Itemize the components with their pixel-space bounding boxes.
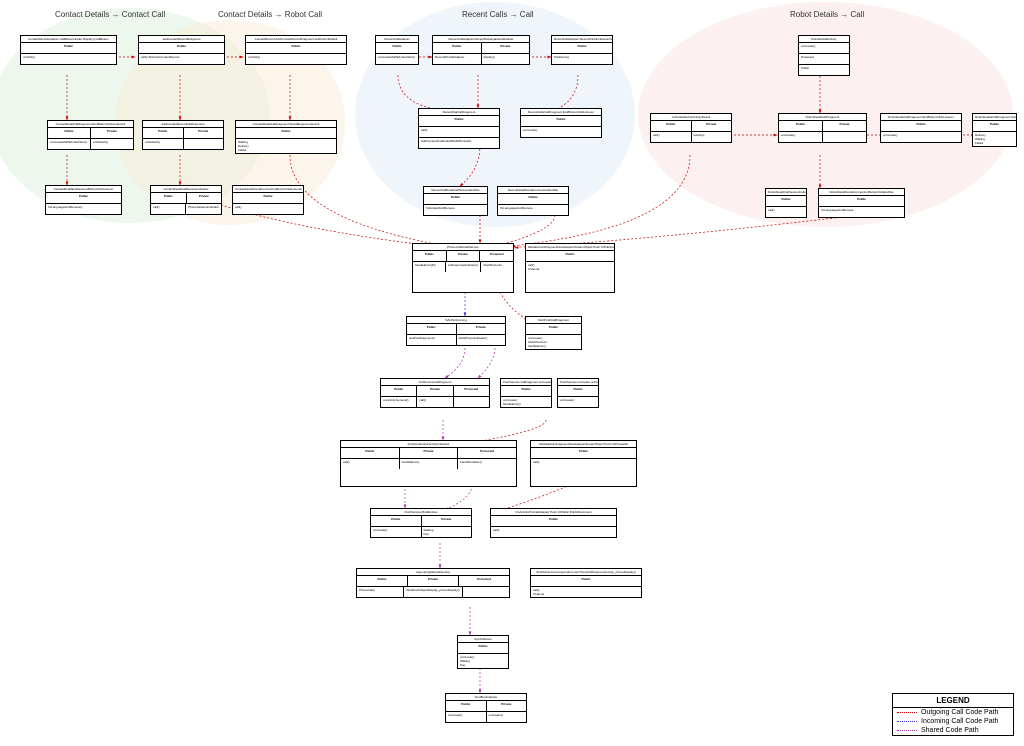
- title: RecentDetailSocialConnectionEndSte: [498, 187, 568, 194]
- box-b19: RobotDetailCallFragment PublicPrivate on…: [778, 113, 867, 143]
- box-b10: RecentCallAdapter Public onCreateMultiWi…: [375, 35, 419, 65]
- section-label-2: Contact Details → Robot Call: [218, 10, 322, 19]
- title: onDetailsRobotActivityResult: [651, 114, 731, 121]
- box-b39: PostBusIndicator PublicPrivate onCreate(…: [445, 693, 527, 723]
- box-b30: PushService:callFragment:onCreate Public…: [500, 378, 552, 408]
- title: RecentCallAdapter:RecentDisplayableCallH…: [433, 36, 529, 43]
- title: addContactRecordFragment: [139, 36, 224, 43]
- section-label-3: Recent Calls → Call: [462, 10, 534, 19]
- legend-incoming: Incoming Call Code Path: [893, 717, 1013, 726]
- box-b24: RobotDetailSocialConnectionButtonClickEn…: [818, 188, 905, 218]
- title: MediaAdminFragmentNowAdapterStreamObject…: [531, 441, 636, 448]
- box-b16: RecentDetailSocialConnectionEndSte Publi…: [497, 186, 569, 216]
- box-b25: PhoneAndDetailService PublicPrivateProte…: [412, 243, 514, 293]
- box-b7: ContactDetailEndSessionButtonClickListen…: [45, 185, 122, 215]
- box-b32: ActivityIndicatorActivityIndicator Publi…: [340, 440, 517, 487]
- title: RobotDetailCallFragment:EndButtonClickLi…: [881, 114, 961, 121]
- box-b15: RecentCallDetailCallSessionEndSte Public…: [423, 186, 488, 216]
- title: RecentDialCallFragment: [419, 109, 499, 116]
- title: ContactRecord:AddContactRecordFragment:s…: [246, 36, 346, 43]
- title: OnActivityProCallAdapter:Push:UIPublic:P…: [491, 509, 616, 516]
- box-b31: PushService:onCreate:onFinished Public o…: [557, 378, 599, 408]
- title: RobotDetailActivity: [799, 36, 849, 43]
- section-label-4: Robot Details → Call: [790, 10, 864, 19]
- title: ContactDetailCallFragment:SocialEngineLi…: [236, 121, 336, 128]
- title: RobotDetailsCallFragment:SocialEngineEnd…: [973, 114, 1016, 121]
- box-b2: addContactRecordFragment Public call():A…: [138, 35, 225, 65]
- box-b29: OutServiceCallFragment PublicPrivateProt…: [380, 378, 490, 408]
- section-label-1: Contact Details → Contact Call: [55, 10, 165, 19]
- title: StubAdminIncomingAndConnect:StructAllFra…: [531, 569, 641, 576]
- box-b14: RecentCallsCallFragment:EndButtonClickLi…: [520, 108, 602, 138]
- title: PhoneAndDetailService: [413, 244, 513, 251]
- box-b18: onDetailsRobotActivityResult PublicPriva…: [650, 113, 732, 143]
- title: ActivityIndicatorActivityIndicator: [341, 441, 516, 448]
- title: PushService:onCreate:onFinished: [558, 379, 598, 386]
- box-b9: ContactDetailSocialConnectionButtonClick…: [232, 185, 304, 215]
- title: ContactDetailCallFragment:EndButtonClick…: [48, 121, 133, 128]
- box-b38: AppToRouter Public onCreate()WaitingPop: [457, 635, 509, 669]
- legend-outgoing: Outgoing Call Code Path: [893, 708, 1013, 717]
- box-b23: RobotDetailCallSessionIndicator Public c…: [765, 188, 807, 218]
- title: OutServiceCallFragment: [381, 379, 489, 386]
- title: addContactRecordCallFragment: [143, 121, 223, 128]
- title: MediaAdminFragmentNowAdapterStreamObject…: [526, 244, 614, 251]
- title: RecentCallAdapter: [376, 36, 418, 43]
- title: RobotDetailSocialConnectionButtonClickEn…: [819, 189, 904, 196]
- title: SACPushCallFragment: [526, 317, 581, 324]
- box-b28: SACPushCallFragment Public onCreate()Abs…: [525, 316, 582, 350]
- box-b1: ContactRecordAdapter:CallButtonHolder:Di…: [20, 35, 117, 65]
- box-b36: AppendingMethodService PublicPrivateProt…: [356, 568, 510, 598]
- box-b13: RecentDialCallFragment Public call() Add…: [418, 108, 500, 149]
- box-b8: ContactDetailCallSessionIndicator Public…: [150, 185, 222, 215]
- legend-shared: Shared Code Path: [893, 726, 1013, 735]
- box-b34: PushService:BindEntries PublicPrivate on…: [370, 508, 472, 538]
- box-b27: SALPerForming PublicPrivate GetPostFragm…: [406, 316, 506, 346]
- box-b3: ContactRecord:AddContactRecordFragment:s…: [245, 35, 347, 65]
- box-b37: StubAdminIncomingAndConnect:StructAllFra…: [530, 568, 642, 598]
- title: ContactRecordAdapter:CallButtonHolder:Di…: [21, 36, 116, 43]
- title: RecentCallsCallFragment:EndButtonClickLi…: [521, 109, 601, 116]
- box-b21: RobotDetailsCallFragment:SocialEngineEnd…: [972, 113, 1017, 147]
- title: AppendingMethodService: [357, 569, 509, 576]
- title: RobotDetailCallSessionIndicator: [766, 189, 806, 196]
- box-b11: RecentCallAdapter:RecentDisplayableCallH…: [432, 35, 530, 65]
- box-b4: ContactDetailCallFragment:EndButtonClick…: [47, 120, 134, 150]
- title: PushService:BindEntries: [371, 509, 471, 516]
- legend-title: LEGEND: [893, 694, 1013, 708]
- title: RecentCallAdapter:RecentPartitionRecentC…: [552, 36, 612, 43]
- title: PostBusIndicator: [446, 694, 526, 701]
- box-b12: RecentCallAdapter:RecentPartitionRecentC…: [551, 35, 613, 65]
- title: RecentCallDetailCallSessionEndSte: [424, 187, 487, 194]
- title: ContactDetailCallSessionIndicator: [151, 186, 221, 193]
- title: RobotDetailCallFragment: [779, 114, 866, 121]
- box-b33: MediaAdminFragmentNowAdapterStreamObject…: [530, 440, 637, 487]
- box-b6: ContactDetailCallFragment:SocialEngineLi…: [235, 120, 337, 154]
- box-b20: RobotDetailCallFragment:EndButtonClickLi…: [880, 113, 962, 143]
- box-b26: MediaAdminFragmentNowAdapterStreamObject…: [525, 243, 615, 293]
- title: ContactDetailSocialConnectionButtonClick…: [233, 186, 303, 193]
- title: PushService:callFragment:onCreate: [501, 379, 551, 386]
- title: SALPerForming: [407, 317, 505, 324]
- box-b35: OnActivityProCallAdapter:Push:UIPublic:P…: [490, 508, 617, 538]
- box-b5: addContactRecordCallFragment PublicPriva…: [142, 120, 224, 150]
- legend: LEGEND Outgoing Call Code Path Incoming …: [892, 693, 1014, 736]
- title: AppToRouter: [458, 636, 508, 643]
- title: ContactDetailEndSessionButtonClickListen…: [46, 186, 121, 193]
- box-b17: RobotDetailActivity onCreate() Protected…: [798, 35, 850, 76]
